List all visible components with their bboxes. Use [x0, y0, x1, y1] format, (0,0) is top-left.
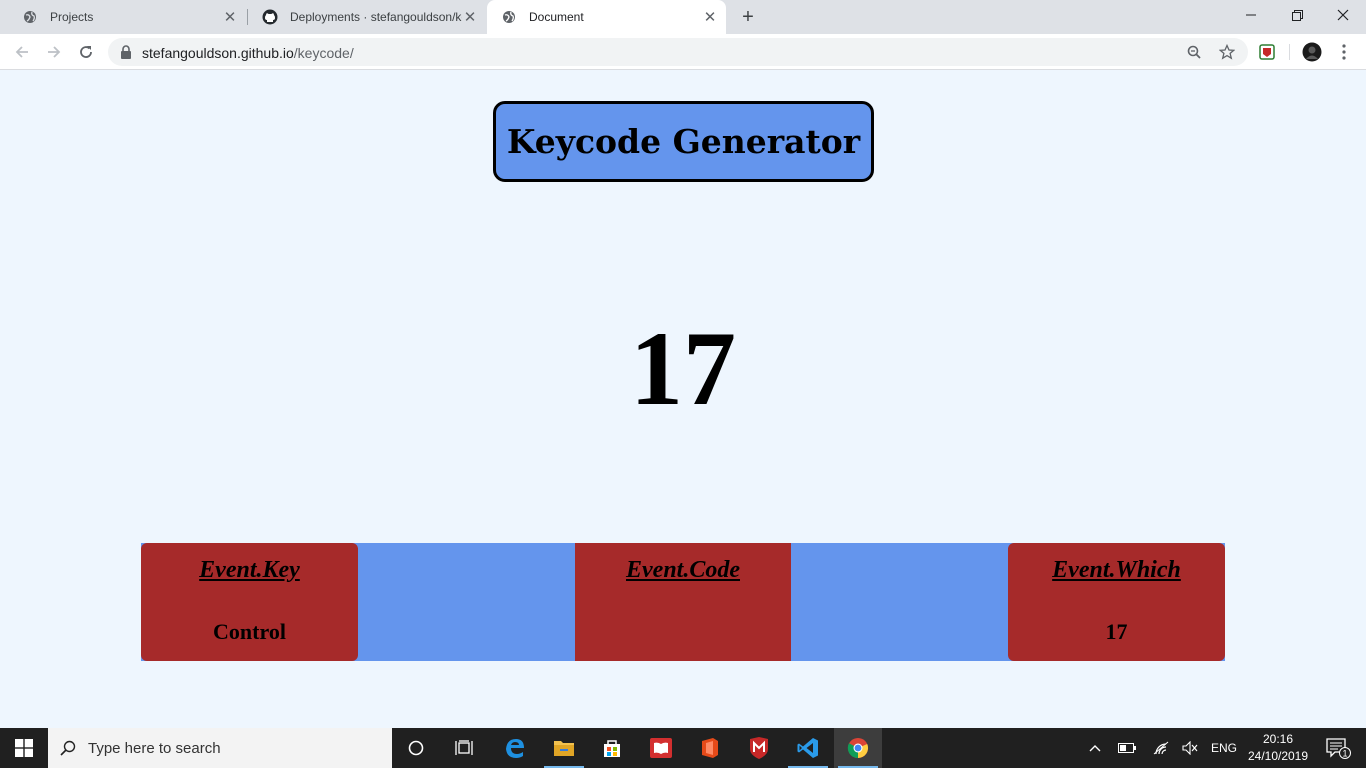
clock-time: 20:16: [1262, 732, 1294, 746]
chrome-icon[interactable]: [834, 728, 882, 768]
event-key-label: Event.Key: [199, 557, 300, 583]
edge-icon[interactable]: [491, 728, 539, 768]
search-placeholder: Type here to search: [88, 739, 221, 757]
volume-muted-icon[interactable]: [1178, 728, 1202, 768]
reader-icon[interactable]: [637, 728, 685, 768]
url-text: stefangouldson.github.io/keycode/: [142, 45, 354, 61]
url-path: /keycode/: [293, 45, 354, 61]
event-key-card: Event.Key Control: [141, 543, 358, 661]
bookmark-star-icon[interactable]: [1218, 43, 1236, 61]
task-view-icon[interactable]: [440, 728, 488, 768]
github-icon: [262, 9, 278, 25]
windows-logo-icon: [15, 739, 33, 757]
event-which-card: Event.Which 17: [1008, 543, 1225, 661]
close-window-button[interactable]: [1320, 0, 1366, 30]
event-key-value: Control: [213, 619, 286, 644]
system-clock[interactable]: 20:16 24/10/2019: [1244, 728, 1312, 768]
notification-center-icon[interactable]: 1: [1318, 728, 1358, 768]
keycode-display: 17: [630, 310, 736, 427]
event-code-label: Event.Code: [626, 557, 740, 583]
close-tab-icon[interactable]: ✕: [462, 9, 478, 26]
zoom-icon[interactable]: [1185, 43, 1203, 61]
windows-taskbar: Type here to search ENG 20:16 24/10/2019…: [0, 728, 1366, 768]
close-tab-icon[interactable]: ✕: [222, 9, 238, 26]
menu-kebab-icon[interactable]: [1334, 42, 1354, 62]
office-icon[interactable]: [686, 728, 734, 768]
forward-button[interactable]: [41, 39, 67, 65]
tab-title: Projects: [50, 10, 94, 24]
cortana-icon[interactable]: [392, 728, 440, 768]
event-which-value: 17: [1105, 619, 1128, 644]
event-info-bar: Event.Key Control Event.Code Event.Which…: [141, 543, 1225, 661]
address-bar[interactable]: stefangouldson.github.io/keycode/: [108, 38, 1248, 66]
store-icon[interactable]: [588, 728, 636, 768]
tab-document[interactable]: Document ✕: [487, 0, 726, 34]
event-which-label: Event.Which: [1052, 557, 1181, 583]
vscode-icon[interactable]: [784, 728, 832, 768]
tab-projects[interactable]: Projects ✕: [8, 0, 246, 34]
lock-icon[interactable]: [120, 45, 132, 64]
minimize-button[interactable]: [1228, 0, 1274, 30]
tab-title: Deployments · stefangouldson/keycode: [290, 10, 462, 24]
restore-button[interactable]: [1274, 0, 1320, 30]
tab-title: Document: [529, 10, 584, 24]
new-tab-button[interactable]: +: [737, 6, 759, 28]
page-title: Keycode Generator: [493, 101, 874, 182]
clock-date: 24/10/2019: [1247, 749, 1309, 763]
browser-toolbar: stefangouldson.github.io/keycode/: [0, 34, 1366, 70]
show-hidden-icons-icon[interactable]: [1083, 728, 1107, 768]
extension-icon[interactable]: [1257, 42, 1277, 62]
file-explorer-icon[interactable]: [540, 728, 588, 768]
globe-icon: [22, 9, 38, 25]
tab-strip: Projects ✕ Deployments · stefangouldson/…: [0, 0, 1366, 34]
close-tab-icon[interactable]: ✕: [702, 9, 718, 26]
mcafee-icon[interactable]: [735, 728, 783, 768]
wifi-icon[interactable]: [1148, 728, 1174, 768]
globe-icon: [501, 9, 517, 25]
language-indicator[interactable]: ENG: [1206, 728, 1242, 768]
taskbar-search-input[interactable]: Type here to search: [48, 728, 392, 768]
profile-avatar[interactable]: [1302, 42, 1322, 62]
page-content: Keycode Generator 17 Event.Key Control E…: [0, 71, 1366, 728]
search-icon: [48, 740, 88, 756]
reload-button[interactable]: [73, 39, 99, 65]
start-button[interactable]: [0, 728, 48, 768]
battery-icon[interactable]: [1114, 728, 1140, 768]
toolbar-divider: [1289, 44, 1290, 60]
url-host: stefangouldson.github.io: [142, 45, 294, 61]
notification-count: 1: [1342, 749, 1347, 759]
back-button[interactable]: [9, 39, 35, 65]
tab-deployments[interactable]: Deployments · stefangouldson/keycode ✕: [248, 0, 486, 34]
event-code-card: Event.Code: [575, 543, 791, 661]
